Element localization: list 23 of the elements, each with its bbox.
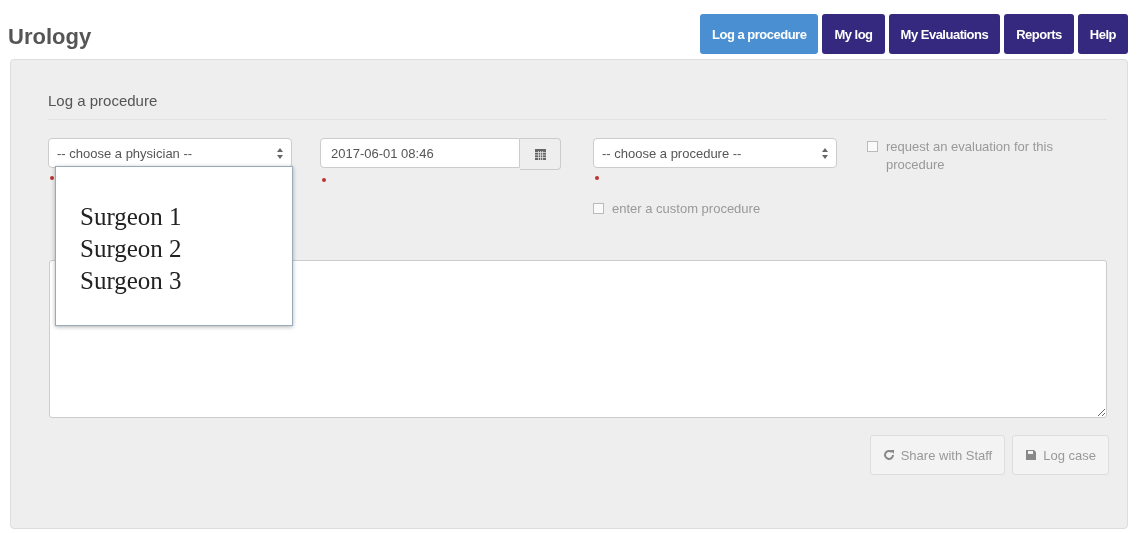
form-heading: Log a procedure	[48, 60, 1107, 120]
date-field[interactable]: 2017-06-01 08:46	[320, 138, 520, 168]
calendar-button[interactable]	[520, 138, 561, 170]
checkbox[interactable]	[867, 141, 878, 152]
nav-tab[interactable]: My log	[822, 14, 885, 54]
nav-tab[interactable]: Help	[1077, 14, 1128, 54]
dropdown-option[interactable]: Surgeon 3	[80, 265, 292, 297]
page-title: Urology	[8, 24, 92, 50]
updown-arrows-icon	[822, 147, 828, 159]
checkbox-label: request an evaluation for this procedure	[886, 138, 1054, 174]
nav-tab[interactable]: My Evaluations	[888, 14, 1001, 54]
save-icon	[1025, 449, 1038, 461]
checkbox[interactable]	[593, 203, 604, 214]
checkbox-label: enter a custom procedure	[612, 200, 761, 218]
calendar-icon	[534, 148, 546, 160]
updown-arrows-icon	[277, 147, 283, 159]
dropdown-option[interactable]: Surgeon 2	[80, 233, 292, 265]
nav-tab[interactable]: Reports	[1004, 14, 1074, 54]
notes-field[interactable]	[49, 260, 1107, 418]
dropdown-option[interactable]: Surgeon 1	[80, 201, 292, 233]
refresh-icon	[882, 449, 895, 461]
physician-select[interactable]: -- choose a physician --	[48, 138, 292, 168]
procedure-select[interactable]: -- choose a procedure --	[593, 138, 837, 168]
